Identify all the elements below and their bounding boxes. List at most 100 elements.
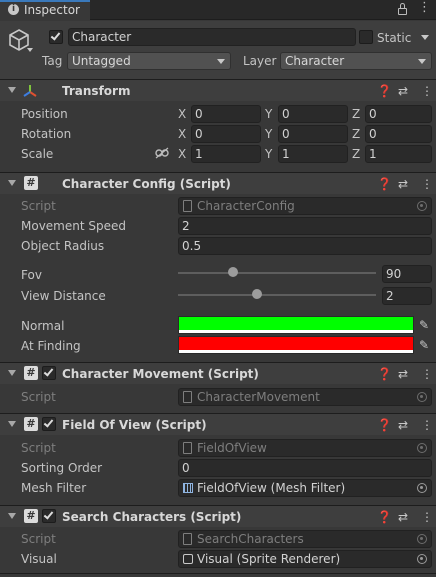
script-file-icon [183, 200, 192, 212]
component-enabled-checkbox[interactable] [42, 509, 56, 523]
visual-value: Visual (Sprite Renderer) [197, 552, 341, 566]
visual-object-field[interactable]: Visual (Sprite Renderer) [178, 550, 432, 568]
position-label: Position [21, 107, 68, 121]
preset-icon[interactable]: ⇄ [398, 417, 408, 433]
rotation-x-field[interactable]: 0 [191, 125, 261, 143]
mesh-filter-object-field[interactable]: FieldOfView (Mesh Filter) [178, 479, 432, 497]
field-of-view-header[interactable]: # Field Of View (Script) ❓ ⇄ ⋮ [0, 413, 436, 435]
kebab-menu-icon[interactable]: ⋮ [421, 509, 433, 525]
lock-shackle-icon [400, 3, 405, 8]
tab-inspector[interactable]: i Inspector [0, 0, 90, 21]
layer-value: Character [285, 54, 345, 68]
fov-slider-thumb[interactable] [228, 267, 239, 277]
scale-x-field[interactable]: 1 [191, 145, 261, 163]
mesh-filter-icon [183, 483, 193, 493]
sprite-renderer-icon [183, 554, 193, 564]
character-movement-header[interactable]: # Character Movement (Script) ❓ ⇄ ⋮ [0, 362, 436, 384]
movement-speed-label: Movement Speed [21, 219, 126, 233]
script-value: FieldOfView [197, 441, 267, 455]
kebab-menu-icon[interactable]: ⋮ [418, 1, 431, 15]
scale-y-field[interactable]: 1 [278, 145, 348, 163]
help-icon[interactable]: ❓ [377, 366, 392, 382]
component-enabled-checkbox[interactable] [42, 366, 56, 380]
script-value: CharacterConfig [197, 199, 295, 213]
view-distance-slider-track[interactable] [178, 294, 376, 296]
constrain-proportions-icon[interactable] [155, 147, 169, 159]
fov-field[interactable]: 90 [382, 265, 432, 283]
object-radius-field[interactable]: 0.5 [178, 237, 432, 255]
transform-header[interactable]: Transform ❓ ⇄ ⋮ [0, 79, 436, 101]
foldout-arrow-icon[interactable] [8, 87, 16, 93]
script-file-icon [183, 442, 192, 454]
character-config-title: Character Config (Script) [62, 177, 231, 191]
foldout-arrow-icon[interactable] [8, 370, 16, 376]
active-checkbox[interactable] [49, 30, 63, 44]
rotation-y-field[interactable]: 0 [278, 125, 348, 143]
kebab-menu-icon[interactable]: ⋮ [421, 83, 433, 99]
axis-z-label: Z [352, 127, 361, 141]
kebab-menu-icon[interactable]: ⋮ [421, 417, 433, 433]
foldout-arrow-icon[interactable] [8, 180, 16, 186]
eyedropper-icon[interactable]: ✎ [416, 337, 432, 353]
tag-dropdown[interactable]: Untagged [67, 52, 231, 70]
character-movement-title: Character Movement (Script) [62, 367, 259, 381]
tag-value: Untagged [72, 54, 131, 68]
script-file-icon [183, 533, 192, 545]
static-checkbox[interactable] [359, 30, 373, 44]
script-icon: # [24, 509, 38, 523]
object-picker-icon [417, 392, 427, 402]
cube-dropdown-arrow-icon[interactable] [27, 48, 33, 52]
help-icon[interactable]: ❓ [377, 417, 392, 433]
lock-icon[interactable] [398, 8, 407, 15]
sorting-order-field[interactable]: 0 [178, 459, 432, 477]
axis-y-label: Y [265, 107, 273, 121]
component-enabled-checkbox[interactable] [42, 417, 56, 431]
sorting-order-label: Sorting Order [21, 461, 103, 475]
chevron-down-icon [418, 59, 426, 64]
object-picker-icon[interactable] [417, 483, 427, 493]
tag-label: Tag [42, 54, 63, 68]
preset-icon[interactable]: ⇄ [398, 509, 408, 525]
layer-dropdown[interactable]: Character [280, 52, 432, 70]
foldout-arrow-icon[interactable] [8, 421, 16, 427]
tab-title: Inspector [24, 3, 80, 17]
position-z-field[interactable]: 0 [365, 105, 432, 123]
rotation-label: Rotation [21, 127, 72, 141]
movement-speed-field[interactable]: 2 [178, 217, 432, 235]
position-x-field[interactable]: 0 [191, 105, 261, 123]
kebab-menu-icon[interactable]: ⋮ [421, 366, 433, 382]
fov-label: Fov [21, 268, 42, 282]
object-picker-icon [417, 443, 427, 453]
script-file-icon [183, 391, 192, 403]
eyedropper-icon[interactable]: ✎ [416, 317, 432, 333]
position-y-field[interactable]: 0 [278, 105, 348, 123]
visual-label: Visual [21, 552, 57, 566]
help-icon[interactable]: ❓ [377, 509, 392, 525]
script-label: Script [21, 532, 56, 546]
scale-z-field[interactable]: 1 [365, 145, 432, 163]
rotation-z-field[interactable]: 0 [365, 125, 432, 143]
preset-icon[interactable]: ⇄ [398, 366, 408, 382]
layer-label: Layer [243, 54, 277, 68]
script-label: Script [21, 390, 56, 404]
foldout-arrow-icon[interactable] [8, 513, 16, 519]
fov-slider-track[interactable] [178, 272, 376, 274]
gameobject-name-input[interactable]: Character [68, 28, 356, 46]
help-icon[interactable]: ❓ [377, 176, 392, 192]
view-distance-slider-thumb[interactable] [252, 289, 263, 299]
preset-icon[interactable]: ⇄ [398, 176, 408, 192]
static-dropdown-arrow-icon[interactable] [421, 35, 429, 40]
normal-color-swatch[interactable] [178, 316, 414, 334]
object-picker-icon[interactable] [417, 554, 427, 564]
search-characters-title: Search Characters (Script) [62, 510, 242, 524]
preset-icon[interactable]: ⇄ [398, 83, 408, 99]
help-icon[interactable]: ❓ [377, 83, 392, 99]
character-config-header[interactable]: # Character Config (Script) ❓ ⇄ ⋮ [0, 172, 436, 194]
view-distance-field[interactable]: 2 [382, 287, 432, 305]
object-picker-icon [417, 201, 427, 211]
kebab-menu-icon[interactable]: ⋮ [421, 176, 433, 192]
search-characters-header[interactable]: # Search Characters (Script) ❓ ⇄ ⋮ [0, 505, 436, 527]
at-finding-color-swatch[interactable] [178, 336, 414, 354]
script-label: Script [21, 199, 56, 213]
object-picker-icon [417, 534, 427, 544]
